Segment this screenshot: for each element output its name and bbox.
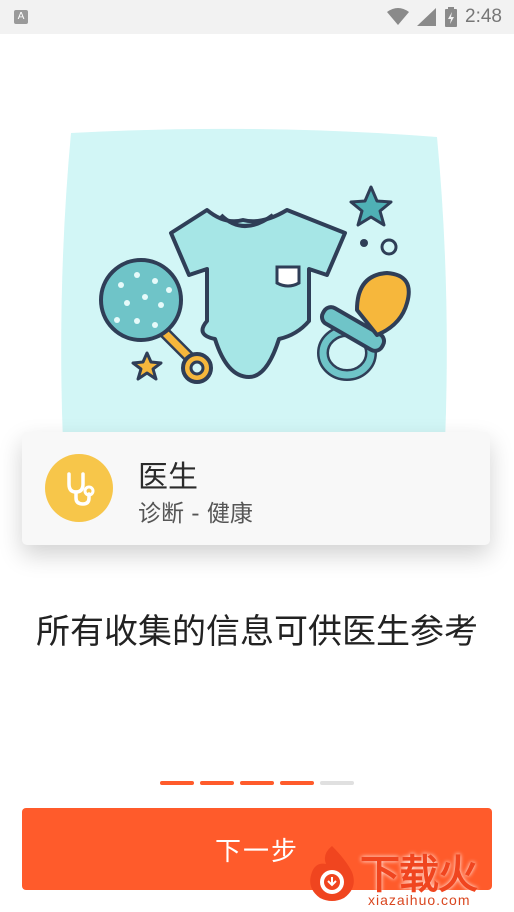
page-dot [160, 781, 194, 785]
page-dot [320, 781, 354, 785]
onboarding-description: 所有收集的信息可供医生参考 [36, 612, 478, 652]
page-dot [200, 781, 234, 785]
page-indicator [160, 781, 354, 785]
card-subtitle: 诊断 - 健康 [138, 501, 253, 527]
flame-logo-icon [310, 846, 354, 901]
battery-icon [445, 7, 458, 27]
notification-icon: A [14, 10, 28, 24]
doctor-card: 医生 诊断 - 健康 [22, 432, 490, 545]
wifi-icon [387, 8, 410, 25]
status-bar: A 2:48 [0, 0, 514, 34]
watermark-url: xiazaihuo.com [368, 892, 471, 908]
page-dot [280, 781, 314, 785]
card-title: 医生 [138, 460, 198, 495]
status-icons: 2:48 [387, 4, 502, 30]
baby-items-illustration [57, 125, 451, 445]
page-dot [240, 781, 274, 785]
clock: 2:48 [465, 6, 502, 27]
signal-icon [417, 8, 437, 26]
watermark-logo: 下载火 xiazaihuo.com [300, 838, 514, 912]
stethoscope-icon [45, 454, 113, 522]
